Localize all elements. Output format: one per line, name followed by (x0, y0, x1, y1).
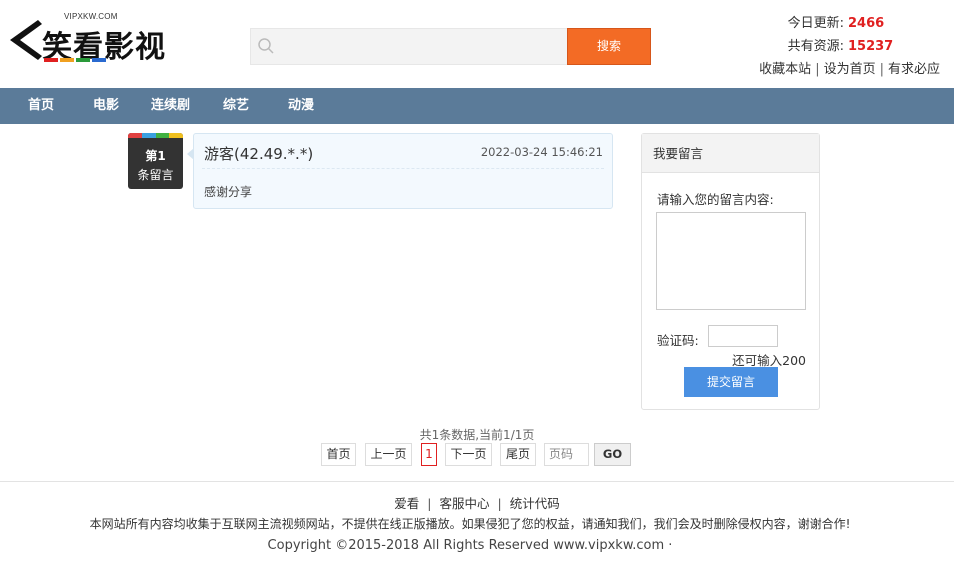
next-page-button[interactable]: 下一页 (445, 443, 492, 466)
footer-disclaimer: 本网站所有内容均收集于互联网主流视频网站，不提供在线正版播放。如果侵犯了您的权益… (89, 517, 851, 531)
last-page-button[interactable]: 尾页 (500, 443, 536, 466)
search-button[interactable]: 搜索 (567, 28, 651, 65)
footer-divider (0, 481, 954, 482)
search-icon (258, 38, 274, 54)
total-resources-value: 15237 (848, 39, 894, 54)
badge-label: 条留言 (137, 168, 174, 182)
nav-item-movies[interactable]: 电影 (93, 88, 119, 124)
footer-link-support[interactable]: 客服中心 (439, 496, 489, 511)
submit-message-button[interactable]: 提交留言 (684, 367, 778, 397)
divider: | (427, 496, 432, 511)
comment-text: 感谢分享 (204, 185, 253, 199)
current-page[interactable]: 1 (421, 443, 437, 466)
message-textarea[interactable] (656, 212, 806, 310)
prev-page-button[interactable]: 上一页 (365, 443, 412, 466)
divider: | (815, 62, 820, 77)
today-update-value: 2466 (848, 16, 885, 31)
divider: | (879, 62, 884, 77)
total-resources: 共有资源: 15237 (787, 35, 894, 58)
comment-timestamp: 2022-03-24 15:46:21 (480, 145, 603, 159)
site-stats: 今日更新: 2466 共有资源: 15237 (787, 12, 894, 58)
logo-domain: VIPXKW.COM (64, 12, 118, 21)
form-prompt: 请输入您的留言内容: (657, 192, 774, 207)
footer-link-stats[interactable]: 统计代码 (510, 496, 560, 511)
footer-links: 爱看 | 客服中心 | 统计代码 (0, 493, 954, 512)
total-resources-label: 共有资源: (787, 39, 844, 54)
nav-item-home[interactable]: 首页 (28, 88, 54, 124)
badge-number: 第1 (145, 149, 166, 163)
captcha-input[interactable] (708, 325, 778, 347)
nav-item-variety[interactable]: 综艺 (223, 88, 249, 124)
logo-stripe-red (44, 58, 58, 62)
logo-mark-icon (10, 20, 42, 60)
main-nav: 首页 电影 连续剧 综艺 动漫 (0, 88, 954, 124)
top-links: 收藏本站 | 设为首页 | 有求必应 (759, 58, 940, 77)
comment-card: 游客(42.49.*.*) 2022-03-24 15:46:21 感谢分享 (187, 133, 613, 209)
today-update-label: 今日更新: (787, 16, 844, 31)
request-link[interactable]: 有求必应 (888, 62, 940, 77)
footer-link-aikan[interactable]: 爱看 (394, 496, 419, 511)
badge-stripe (128, 133, 183, 138)
set-homepage-link[interactable]: 设为首页 (824, 62, 876, 77)
today-update: 今日更新: 2466 (787, 12, 885, 35)
comment-divider (202, 168, 604, 169)
comment-user: 游客(42.49.*.*) (204, 145, 314, 163)
search-input[interactable] (281, 33, 561, 61)
message-form-panel: 我要留言 请输入您的留言内容: 验证码: 还可输入200 提交留言 (641, 133, 820, 410)
nav-item-anime[interactable]: 动漫 (288, 88, 314, 124)
footer-copyright: Copyright ©2015-2018 All Rights Reserved… (267, 538, 673, 553)
logo-stripe-green (76, 58, 90, 62)
search-box (250, 28, 568, 65)
site-logo[interactable]: VIPXKW.COM 笑看影视 (8, 10, 218, 70)
form-title: 我要留言 (642, 134, 819, 173)
logo-stripe-blue (92, 58, 106, 62)
site-header: VIPXKW.COM 笑看影视 搜索 今日更新: 2466 共有资源: 15237 … (0, 0, 954, 88)
nav-item-series[interactable]: 连续剧 (151, 88, 190, 124)
go-button[interactable]: GO (594, 443, 631, 466)
comment-floor-badge: 第1 条留言 (128, 133, 183, 189)
bookmark-link[interactable]: 收藏本站 (759, 62, 811, 77)
divider: | (497, 496, 502, 511)
pagination-info: 共1条数据,当前1/1页 (419, 428, 535, 442)
logo-stripe-orange (60, 58, 74, 62)
page-number-input[interactable]: 页码 (544, 443, 589, 466)
captcha-label: 验证码: (657, 333, 699, 348)
first-page-button[interactable]: 首页 (321, 443, 356, 466)
